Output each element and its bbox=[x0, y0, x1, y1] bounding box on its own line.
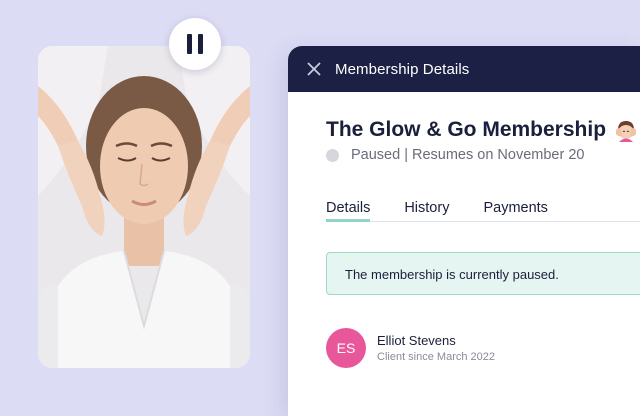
spa-photo bbox=[38, 46, 250, 368]
tab-payments[interactable]: Payments bbox=[483, 200, 547, 222]
client-since: Client since March 2022 bbox=[377, 351, 496, 363]
pause-icon bbox=[187, 34, 192, 54]
status-text: Paused | Resumes on November 20 bbox=[351, 147, 585, 163]
tab-history[interactable]: History bbox=[404, 200, 449, 222]
panel-header: Membership Details bbox=[288, 46, 640, 92]
avatar: ES bbox=[326, 328, 366, 368]
paused-alert: The membership is currently paused. bbox=[326, 252, 640, 295]
client-info: Elliot Stevens Client since March 2022 bbox=[377, 333, 495, 363]
tab-bar: Details History Payments bbox=[326, 200, 640, 222]
client-row[interactable]: ES Elliot Stevens Client since March 202… bbox=[326, 328, 495, 368]
tab-details[interactable]: Details bbox=[326, 200, 371, 222]
panel-title: Membership Details bbox=[335, 60, 470, 78]
close-icon[interactable] bbox=[306, 61, 322, 77]
facial-massage-image bbox=[38, 46, 250, 368]
pause-button[interactable] bbox=[169, 18, 221, 70]
pause-icon-bar bbox=[198, 34, 203, 54]
membership-details-panel: Membership Details The Glow & Go Members… bbox=[288, 46, 640, 416]
membership-title: The Glow & Go Membership bbox=[326, 118, 638, 142]
woman-getting-massage-emoji-icon bbox=[616, 121, 637, 142]
client-name: Elliot Stevens bbox=[377, 333, 456, 348]
status-row: Paused | Resumes on November 20 bbox=[326, 147, 584, 163]
status-dot-icon bbox=[326, 148, 339, 162]
membership-name-text: The Glow & Go Membership bbox=[326, 118, 607, 141]
